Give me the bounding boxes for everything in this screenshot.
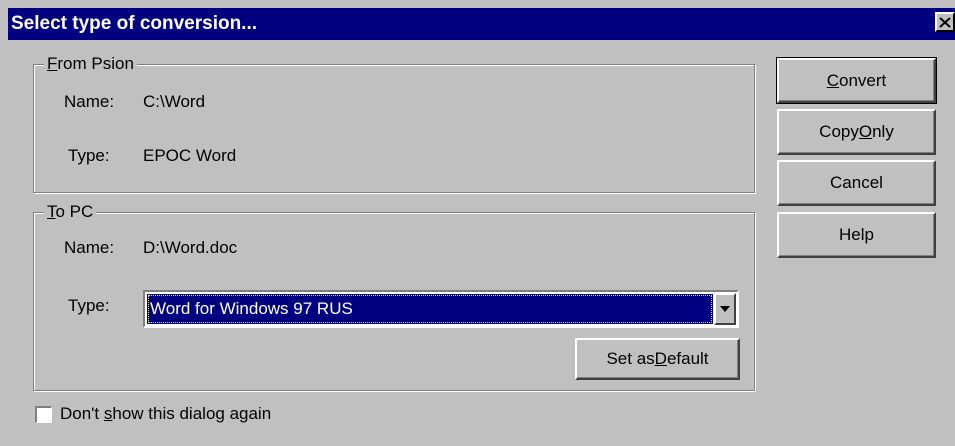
conversion-type-select[interactable]: Word for Windows 97 RUS — [143, 290, 739, 328]
window-title: Select type of conversion... — [11, 13, 258, 34]
dropdown-button[interactable] — [714, 293, 736, 325]
from-name-value: C:\Word — [143, 92, 206, 111]
conversion-dialog: Select type of conversion... From Psion … — [0, 0, 955, 446]
help-button[interactable]: Help — [777, 212, 936, 258]
dont-show-label[interactable]: Don't show this dialog again — [60, 404, 271, 424]
to-pc-legend: To PC — [44, 202, 97, 222]
convert-button[interactable]: Convert — [776, 57, 937, 104]
dropdown-arrow-icon — [720, 306, 730, 312]
from-type-value: EPOC Word — [143, 146, 237, 165]
from-type-label: Type: — [68, 146, 110, 165]
set-as-default-button[interactable]: Set as Default — [575, 338, 740, 380]
close-icon — [939, 16, 951, 28]
close-button[interactable] — [935, 12, 955, 32]
to-name-value: D:\Word.doc — [143, 238, 238, 257]
cancel-button[interactable]: Cancel — [777, 160, 936, 206]
copy-only-button[interactable]: Copy Only — [777, 109, 936, 155]
from-psion-group: From Psion — [33, 54, 755, 193]
conversion-type-selected[interactable]: Word for Windows 97 RUS — [147, 294, 713, 324]
from-psion-legend: From Psion — [44, 54, 137, 74]
from-name-label: Name: — [64, 92, 115, 111]
to-name-label: Name: — [64, 238, 115, 257]
to-type-label: Type: — [68, 296, 110, 315]
title-bar[interactable]: Select type of conversion... — [8, 8, 955, 40]
dont-show-checkbox[interactable] — [35, 406, 52, 423]
